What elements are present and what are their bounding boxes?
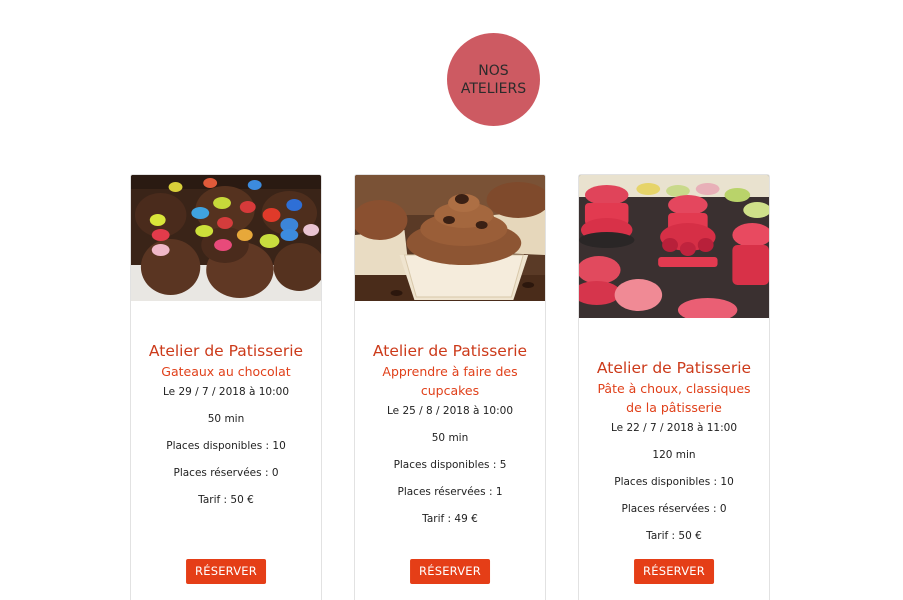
workshop-date: Le 25 / 8 / 2018 à 10:00 (386, 405, 514, 417)
workshop-places-reserved: Places réservées : 1 (397, 486, 503, 498)
workshop-price: Tarif : 49 € (422, 513, 478, 525)
workshop-date: Le 22 / 7 / 2018 à 11:00 (610, 422, 738, 434)
workshop-subtitle: Gateaux au chocolat (161, 364, 291, 379)
workshop-duration: 50 min (207, 413, 245, 425)
reserve-button[interactable]: RÉSERVER (634, 559, 714, 584)
workshop-price: Tarif : 50 € (198, 494, 254, 506)
macarons-image (579, 175, 769, 318)
workshops-page: NOS ATELIERS Atelier de Patisserie Gatea… (0, 0, 903, 600)
section-badge: NOS ATELIERS (447, 33, 540, 126)
workshop-places-available: Places disponibles : 10 (614, 476, 734, 488)
reserve-button[interactable]: RÉSERVER (186, 559, 266, 584)
workshop-card: Atelier de Patisserie Gateaux au chocola… (130, 174, 322, 600)
workshop-places-available: Places disponibles : 5 (393, 459, 507, 471)
workshop-places-available: Places disponibles : 10 (166, 440, 286, 452)
workshop-duration: 120 min (652, 449, 696, 461)
badge-line-2: ATELIERS (460, 80, 527, 97)
workshop-places-reserved: Places réservées : 0 (621, 503, 727, 515)
workshop-title: Atelier de Patisserie (596, 359, 752, 377)
cupcakes-image (355, 175, 545, 301)
workshop-places-reserved: Places réservées : 0 (173, 467, 279, 479)
badge-line-1: NOS (478, 62, 509, 79)
workshop-date: Le 29 / 7 / 2018 à 10:00 (162, 386, 290, 398)
workshop-price: Tarif : 50 € (646, 530, 702, 542)
workshop-title: Atelier de Patisserie (148, 342, 304, 360)
workshop-title: Atelier de Patisserie (372, 342, 528, 360)
workshop-card: Atelier de Patisserie Apprendre à faire … (354, 174, 546, 600)
workshop-duration: 50 min (431, 432, 469, 444)
workshop-subtitle: Pâte à choux, classiques de la pâtisseri… (597, 381, 751, 415)
workshop-card: Atelier de Patisserie Pâte à choux, clas… (578, 174, 770, 600)
workshop-subtitle: Apprendre à faire des cupcakes (382, 364, 518, 398)
chocolate-cakes-image (131, 175, 321, 301)
reserve-button[interactable]: RÉSERVER (410, 559, 490, 584)
